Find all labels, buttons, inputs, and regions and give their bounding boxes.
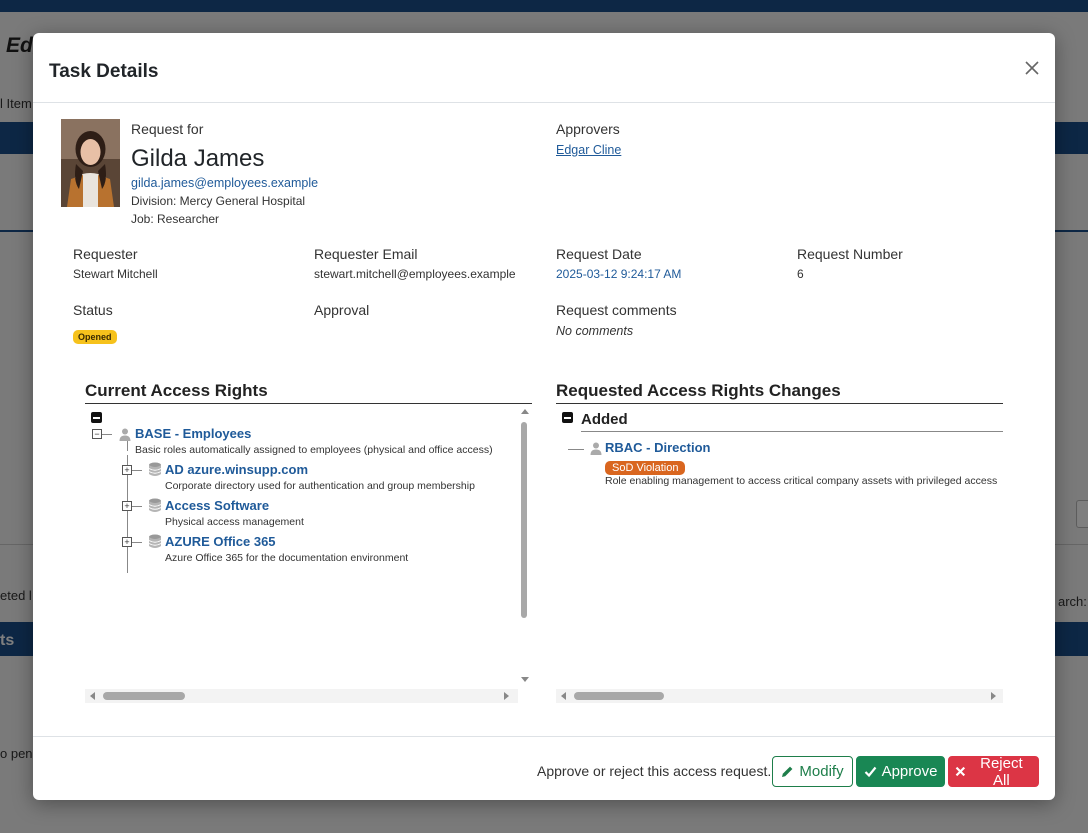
request-for-name: Gilda James [131,145,265,172]
tree-expand-icon[interactable]: + [122,465,132,475]
added-group-label: Added [581,411,628,428]
horizontal-scrollbar[interactable] [85,689,518,703]
tree-connector [132,506,142,507]
x-icon [955,766,966,777]
horizontal-scroll-thumb[interactable] [103,692,185,700]
request-for-label: Request for [131,121,204,137]
avatar [61,119,120,207]
request-number-label: Request Number [797,246,903,262]
modal-header: Task Details [33,33,1055,103]
close-button[interactable] [1021,57,1043,79]
user-role-icon [590,442,602,455]
request-date-label: Request Date [556,246,642,262]
scroll-right-icon[interactable] [991,692,996,700]
status-label: Status [73,302,113,318]
approver-link[interactable]: Edgar Cline [556,143,621,157]
modify-button[interactable]: Modify [772,756,853,787]
request-for-division: Division: Mercy General Hospital [131,194,306,208]
request-comments-value: No comments [556,324,634,338]
status-badge-wrap: Opened [73,327,117,345]
request-for-job: Job: Researcher [131,212,220,226]
added-group-rule [581,431,1003,432]
current-rights-tree: − BASE - Employees Basic roles automatic… [85,405,532,705]
modal-title: Task Details [49,61,159,82]
tree-node-desc: Basic roles automatically assigned to em… [135,444,493,456]
task-details-modal: Task Details Request for Gilda James gil… [33,33,1055,800]
tree-node-ad-azure[interactable]: AD azure.winsupp.com [165,462,308,477]
current-rights-title: Current Access Rights [85,381,268,400]
request-comments-label: Request comments [556,302,677,318]
scroll-up-icon[interactable] [521,409,529,414]
scroll-right-icon[interactable] [504,692,509,700]
close-icon [1025,61,1039,75]
sod-violation-badge: SoD Violation [605,461,686,475]
scroll-left-icon[interactable] [90,692,95,700]
tree-connector [132,542,142,543]
vertical-scrollbar[interactable] [518,407,532,685]
footer-prompt: Approve or reject this access request. [537,763,772,779]
tree-connector [127,441,128,451]
database-icon [148,534,162,548]
approve-label: Approve [881,763,938,780]
scroll-left-icon[interactable] [561,692,566,700]
scroll-down-icon[interactable] [521,677,529,682]
tree-expand-icon[interactable]: + [122,501,132,511]
request-for-email-link[interactable]: gilda.james@employees.example [131,176,318,190]
user-role-icon [119,428,131,441]
requester-email-label: Requester Email [314,246,418,262]
tree-node-base-employees[interactable]: BASE - Employees [135,426,251,441]
current-rights-rule [85,403,532,404]
requester-email-value: stewart.mitchell@employees.example [314,267,516,281]
reject-all-button[interactable]: Reject All [948,754,1039,789]
request-date-value: 2025-03-12 9:24:17 AM [556,267,682,281]
check-icon [864,766,876,778]
tree-collapse-all-icon[interactable] [91,412,102,423]
tree-node-desc: Physical access management [165,516,304,528]
tree-node-desc: Azure Office 365 for the documentation e… [165,552,409,564]
modal-footer: Approve or reject this access request. M… [33,736,1055,800]
vertical-scroll-thumb[interactable] [521,422,527,618]
tree-node-azure-office[interactable]: AZURE Office 365 [165,534,276,549]
database-icon [148,498,162,512]
database-icon [148,462,162,476]
pencil-icon [782,766,793,777]
sod-badge-wrap: SoD Violation [605,458,686,476]
approval-label: Approval [314,302,370,318]
horizontal-scroll-thumb[interactable] [574,692,664,700]
approve-button[interactable]: Approve [856,756,945,787]
tree-node-desc: Role enabling management to access criti… [605,475,998,487]
requested-changes-rule [556,403,1003,404]
tree-connector [102,434,112,435]
added-collapse-icon[interactable] [562,412,573,423]
tree-node-desc: Corporate directory used for authenticat… [165,480,475,492]
horizontal-scrollbar[interactable] [556,689,1003,703]
request-number-value: 6 [797,267,804,281]
tree-expand-icon[interactable]: + [122,537,132,547]
approvers-label: Approvers [556,121,620,137]
modify-label: Modify [799,763,844,780]
tree-node-rbac-direction[interactable]: RBAC - Direction [605,440,710,455]
tree-node-access-software[interactable]: Access Software [165,498,269,513]
requester-label: Requester [73,246,138,262]
tree-collapse-icon[interactable]: − [92,429,102,439]
requester-value: Stewart Mitchell [73,267,158,281]
status-badge: Opened [73,330,117,344]
reject-all-label: Reject All [980,754,1023,789]
tree-connector [568,449,584,450]
requested-changes-title: Requested Access Rights Changes [556,381,841,400]
tree-connector [132,470,142,471]
